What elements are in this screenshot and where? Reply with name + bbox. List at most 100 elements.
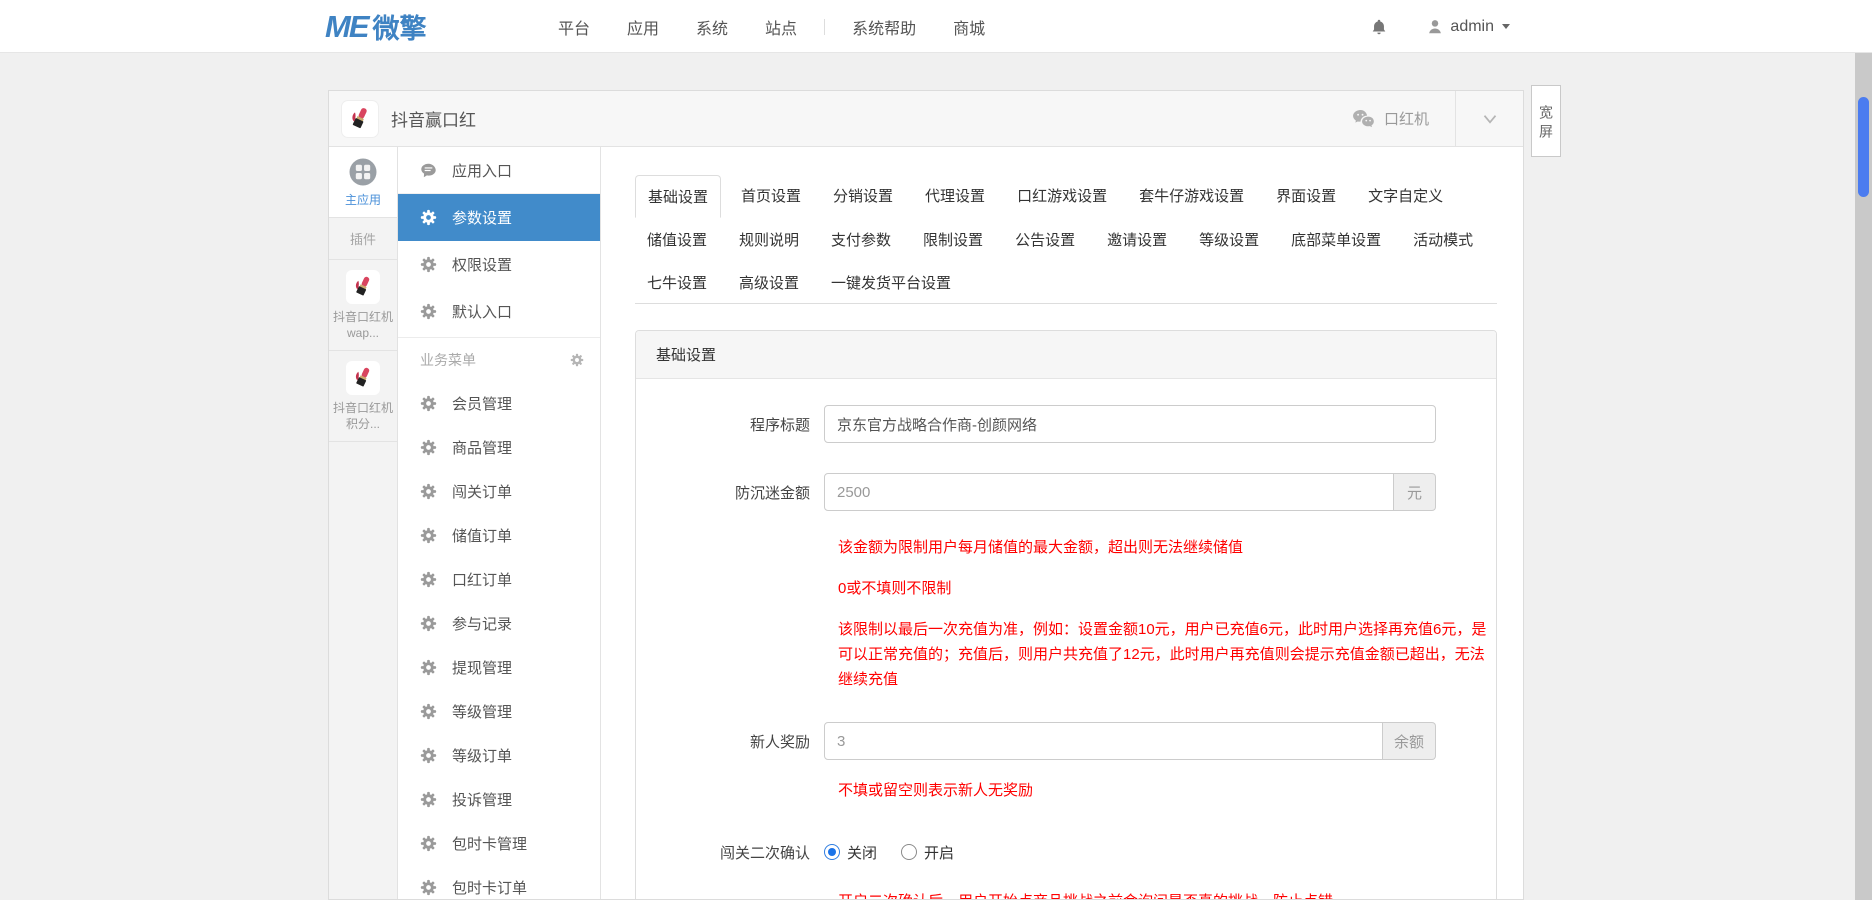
nav-item-site[interactable]: 站点 [765,15,797,39]
gear-icon [420,879,437,896]
radio-off-label: 关闭 [847,844,878,862]
tab-lipstick-game-settings[interactable]: 口红游戏设置 [1005,175,1119,217]
menu-item-timecard-orders[interactable]: 包时卡订单 [398,865,600,899]
widescreen-toggle[interactable]: 宽屏 [1531,85,1561,157]
nav-item-apps[interactable]: 应用 [627,15,659,39]
menu-item-product-mgmt[interactable]: 商品管理 [398,425,600,469]
program-title-label: 程序标题 [749,416,810,434]
newcomer-reward-input[interactable] [824,722,1383,760]
menu-item-challenge-orders[interactable]: 闯关订单 [398,469,600,513]
app-title: 抖音赢口红 [391,111,476,130]
lipstick-icon [349,273,377,301]
tab-text-customization[interactable]: 文字自定义 [1356,175,1455,217]
menu-item-member-mgmt[interactable]: 会员管理 [398,381,600,425]
gear-icon [420,659,437,676]
gear-icon [420,209,437,226]
settings-tabs: 基础设置 首页设置 分销设置 代理设置 口红游戏设置 套牛仔游戏设置 界面设置 … [635,173,1497,304]
card-body: 主应用 插件 抖音口红机wap... 抖音口红机积分... 应用入口 参数设置 … [329,147,1523,899]
menu-item-label: 储值订单 [452,527,513,545]
rail-item-app-wap[interactable]: 抖音口红机wap... [329,260,397,351]
menu-item-default-entry[interactable]: 默认入口 [398,288,600,335]
panel-title: 基础设置 [636,331,1496,379]
radio-option-on[interactable]: 开启 [901,842,954,863]
menu-item-app-entry[interactable]: 应用入口 [398,147,600,194]
tab-basic-settings[interactable]: 基础设置 [635,175,722,218]
menu-item-label: 参与记录 [452,615,513,633]
user-menu[interactable]: admin [1426,18,1510,36]
nav-item-store[interactable]: 商城 [953,15,985,39]
menu-item-label: 包时卡订单 [452,879,528,897]
app-icon [342,100,378,137]
radio-selected-icon [824,844,840,860]
tab-cowboy-game-settings[interactable]: 套牛仔游戏设置 [1127,175,1256,217]
nav-item-system[interactable]: 系统 [696,15,728,39]
tab-agent-settings[interactable]: 代理设置 [913,175,997,217]
tab-rules[interactable]: 规则说明 [727,219,811,260]
menu-item-parameter-settings[interactable]: 参数设置 [398,194,600,241]
challenge-confirm-radios: 关闭 开启 [824,833,954,871]
program-title-input[interactable] [824,405,1436,443]
tab-qiniu-settings[interactable]: 七牛设置 [635,262,719,303]
gear-icon [420,527,437,544]
weiengine-logo[interactable]: ME 微擎 [325,0,427,53]
menu-item-participation-records[interactable]: 参与记录 [398,601,600,645]
tab-recharge-settings[interactable]: 储值设置 [635,219,719,260]
app-wap-icon [346,270,380,304]
rail-item-app-points[interactable]: 抖音口红机积分... [329,351,397,442]
menu-item-label: 默认入口 [452,304,513,321]
tab-distribution-settings[interactable]: 分销设置 [821,175,905,217]
help-text: 0或不填则不限制 [838,580,952,597]
menu-item-label: 等级管理 [452,703,513,721]
logo-text: 微擎 [372,14,427,44]
app-sidebar-menu: 应用入口 参数设置 权限设置 默认入口 业务菜单 会员管理 商品管理 闯关订单 … [398,147,601,899]
tab-activity-mode[interactable]: 活动模式 [1401,219,1485,260]
gear-icon [420,395,437,412]
tab-home-settings[interactable]: 首页设置 [729,175,813,217]
tab-limit-settings[interactable]: 限制设置 [911,219,995,260]
collapse-button[interactable] [1455,91,1523,146]
menu-item-withdrawal-mgmt[interactable]: 提现管理 [398,645,600,689]
menu-item-lipstick-orders[interactable]: 口红订单 [398,557,600,601]
chevron-down-icon [1479,108,1501,130]
panel-body: 程序标题 防沉迷金额 [636,379,1496,899]
account-switcher[interactable]: 口红机 [1352,108,1455,129]
menu-item-complaint-mgmt[interactable]: 投诉管理 [398,777,600,821]
rail-item-main-app[interactable]: 主应用 [329,147,397,218]
gear-icon [420,791,437,808]
gear-icon [420,256,437,273]
tab-level-settings[interactable]: 等级设置 [1187,219,1271,260]
tab-payment-params[interactable]: 支付参数 [819,219,903,260]
menu-item-recharge-orders[interactable]: 储值订单 [398,513,600,557]
field-anti-addiction: 防沉迷金额 元 该金额为限制用户每月储值的最大金额，超出则无法继续储值 0或不填… [664,473,1486,692]
scrollbar-thumb[interactable] [1858,97,1869,197]
challenge-confirm-label: 闯关二次确认 [719,844,810,862]
nav-item-help[interactable]: 系统帮助 [852,15,916,39]
menu-item-level-mgmt[interactable]: 等级管理 [398,689,600,733]
gear-icon[interactable] [570,353,584,367]
field-program-title: 程序标题 [664,405,1468,443]
scrollbar-track[interactable] [1855,53,1872,900]
gear-icon [420,483,437,500]
menu-item-level-orders[interactable]: 等级订单 [398,733,600,777]
tab-bottom-menu-settings[interactable]: 底部菜单设置 [1279,219,1393,260]
menu-item-timecard-mgmt[interactable]: 包时卡管理 [398,821,600,865]
nav-item-platform[interactable]: 平台 [558,15,590,39]
nav-right: admin [1370,0,1510,53]
help-text: 开启二次确认后，用户开始点商品挑战之前会询问是否真的挑战，防止点错 [838,889,1493,899]
anti-addiction-input[interactable] [824,473,1394,511]
radio-option-off[interactable]: 关闭 [824,842,877,863]
notification-bell-icon[interactable] [1370,18,1388,36]
app-card: 抖音赢口红 口红机 主应用 插件 抖音口红机wap... 抖音口红机积分... … [328,90,1524,900]
page-body: 抖音赢口红 口红机 主应用 插件 抖音口红机wap... 抖音口红机积分... … [0,53,1872,900]
tab-announcement-settings[interactable]: 公告设置 [1003,219,1087,260]
caret-down-icon [1502,24,1510,29]
tab-interface-settings[interactable]: 界面设置 [1264,175,1348,217]
tab-invitation-settings[interactable]: 邀请设置 [1095,219,1179,260]
tab-advanced-settings[interactable]: 高级设置 [727,262,811,303]
tab-oneclick-shipping-settings[interactable]: 一键发货平台设置 [819,262,963,303]
app-points-icon [346,361,380,395]
anti-addiction-unit: 元 [1394,473,1436,511]
chat-bubble-icon [420,162,437,179]
menu-item-permission-settings[interactable]: 权限设置 [398,241,600,288]
nav-menu: 平台 应用 系统 站点 系统帮助 商城 [558,0,985,53]
